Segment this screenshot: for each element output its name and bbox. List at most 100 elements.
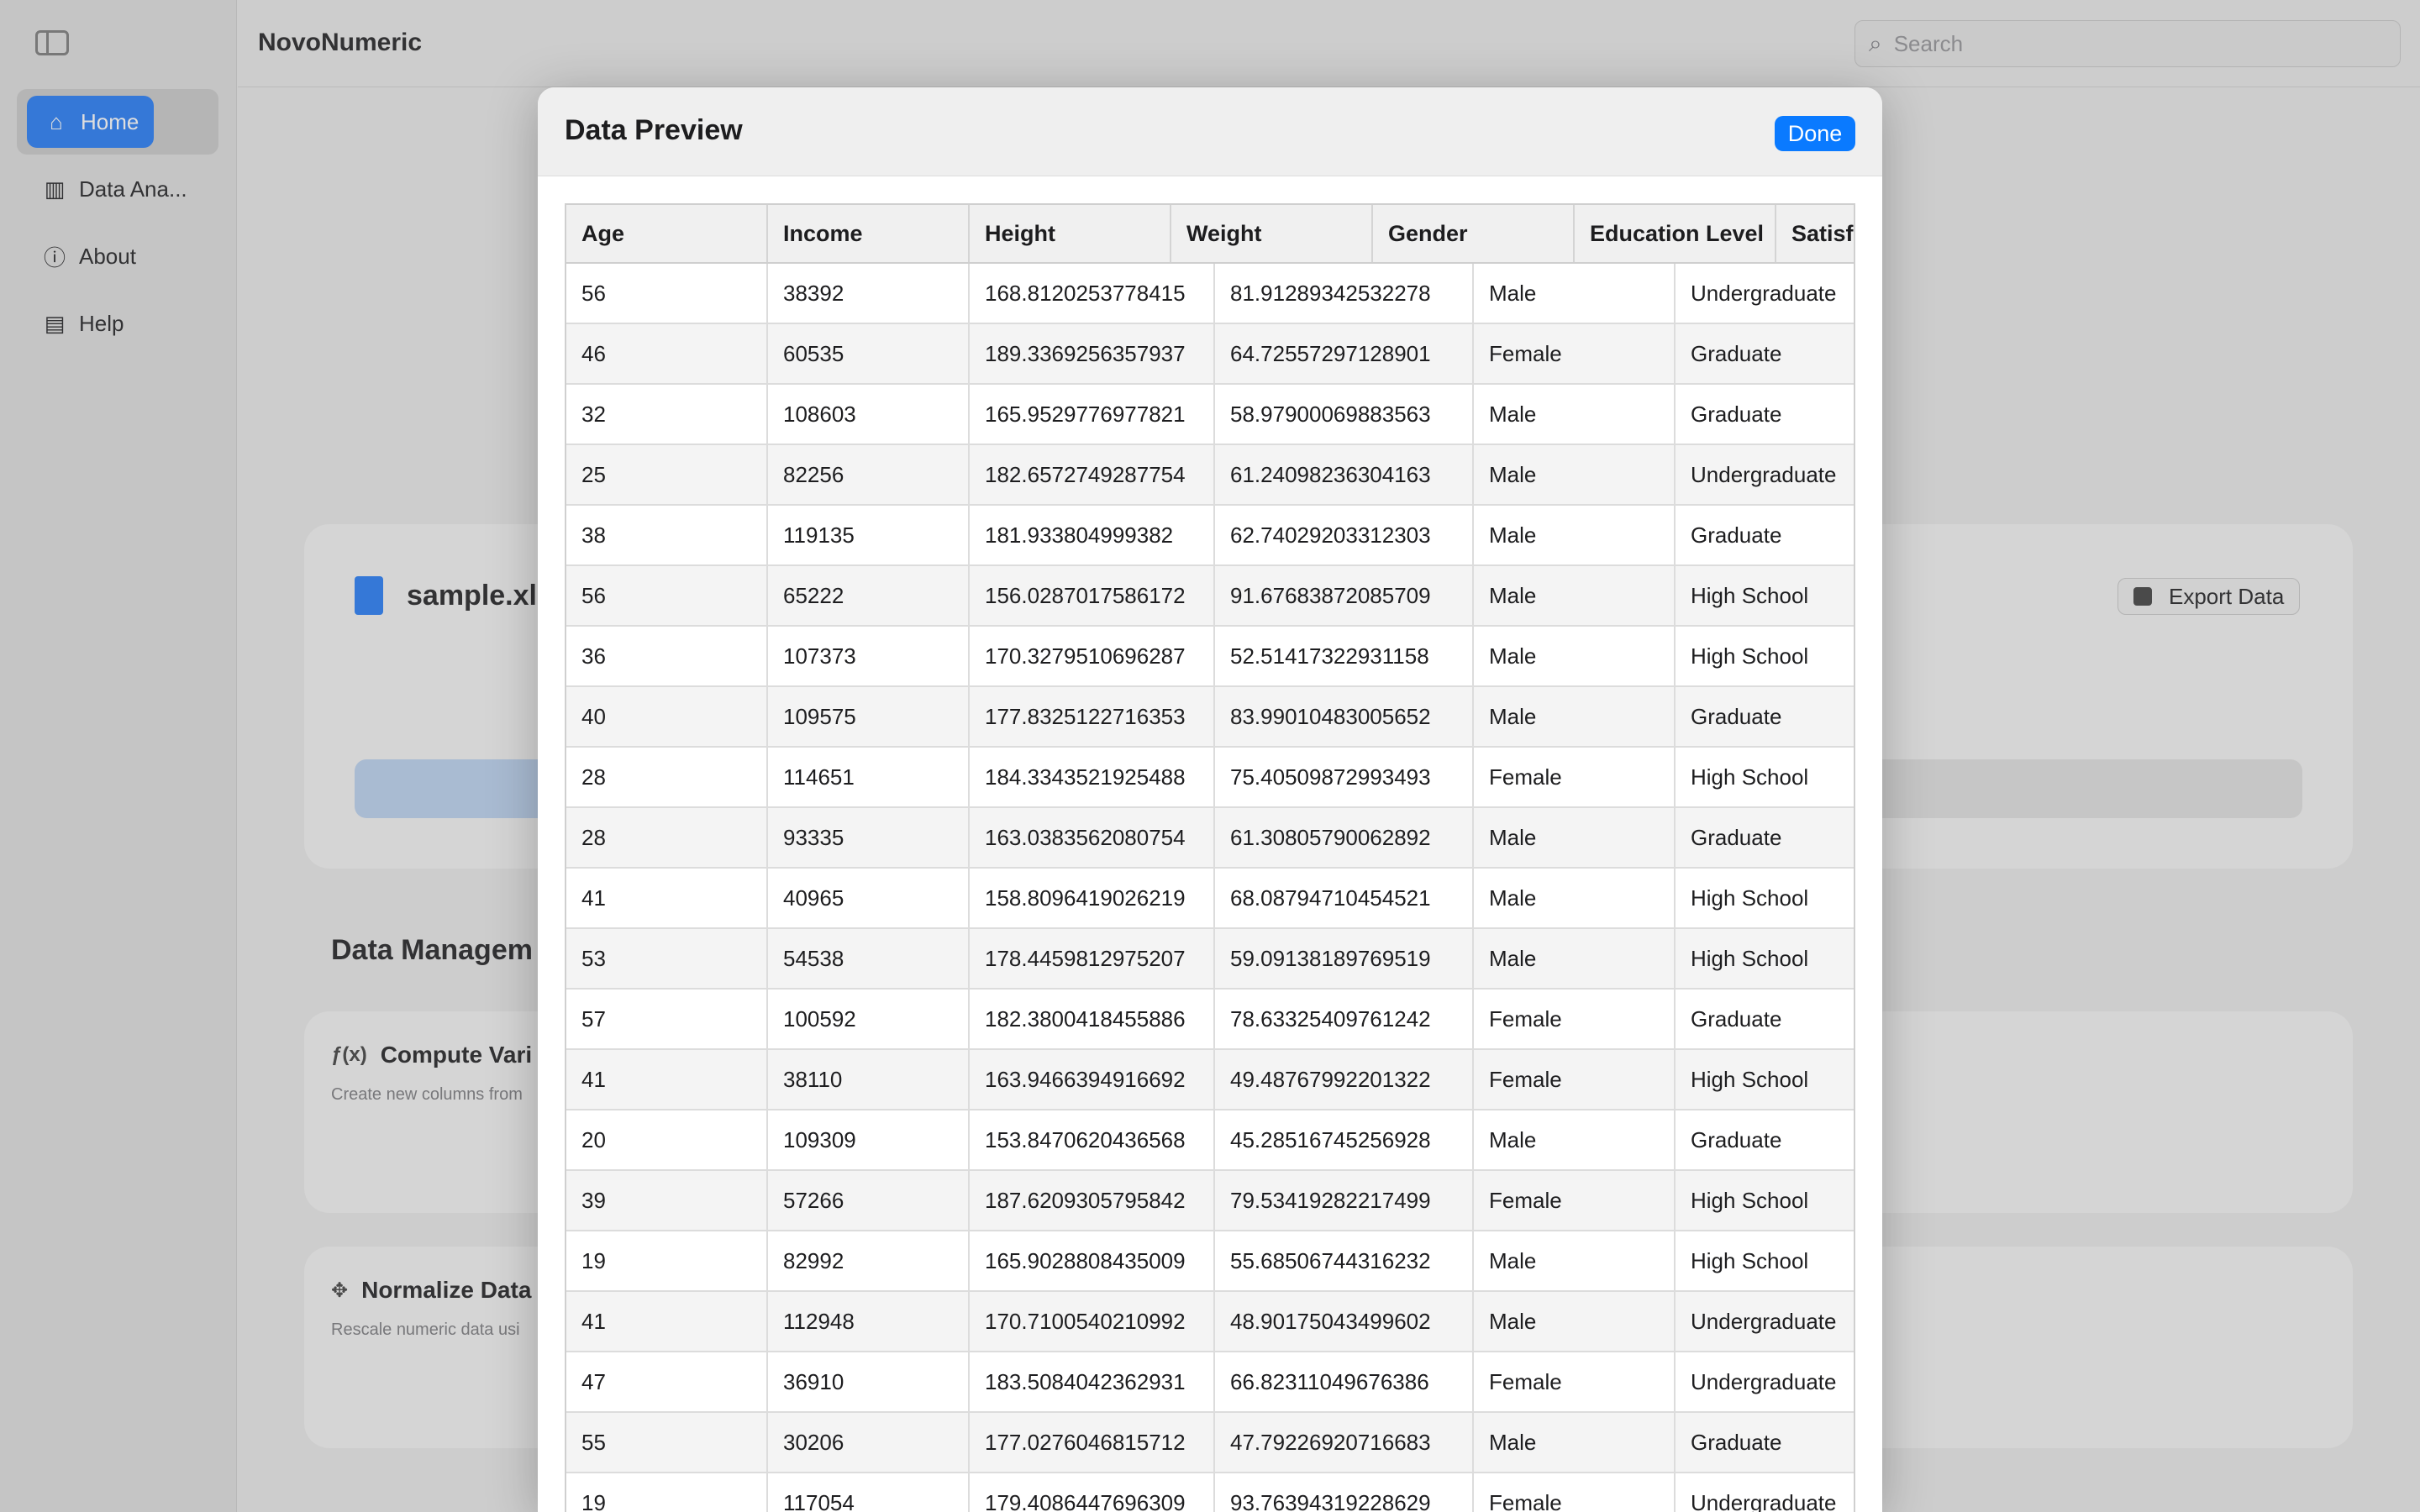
table-cell: Male bbox=[1474, 808, 1676, 867]
table-cell: 82256 bbox=[768, 445, 970, 504]
table-cell: 19 bbox=[566, 1231, 768, 1290]
table-row[interactable]: 55 30206 177.0276046815712 47.7922692071668… bbox=[566, 1413, 1854, 1473]
table-cell: 100592 bbox=[768, 990, 970, 1048]
done-button[interactable]: Done bbox=[1775, 116, 1855, 151]
data-table[interactable]: Age Income Height Weight Gender Education Lev… bbox=[565, 203, 1855, 1512]
table-row[interactable]: 39 57266 187.6209305795842 79.5341928221749… bbox=[566, 1171, 1854, 1231]
column-header[interactable]: Satisf bbox=[1776, 205, 1854, 262]
table-cell: High School bbox=[1691, 1187, 1809, 1213]
table-cell: Undergraduate bbox=[1691, 1489, 1837, 1512]
table-row[interactable]: 57 100592 182.3800418455886 78.633254097612… bbox=[566, 990, 1854, 1050]
table-cell: Female bbox=[1474, 1050, 1676, 1109]
table-cell: 170.3279510696287 bbox=[970, 627, 1215, 685]
table-cell: High School bbox=[1691, 1247, 1809, 1273]
table-cell: 182.3800418455886 bbox=[970, 990, 1215, 1048]
table-cell: 153.8470620436568 bbox=[970, 1110, 1215, 1169]
table-row[interactable]: 36 107373 170.3279510696287 52.514173229311… bbox=[566, 627, 1854, 687]
column-header[interactable]: Income bbox=[768, 205, 970, 262]
table-cell: 40965 bbox=[768, 869, 970, 927]
table-cell: 36 bbox=[566, 627, 768, 685]
table-cell: Graduate bbox=[1691, 824, 1782, 850]
column-header[interactable]: Education Level bbox=[1575, 205, 1776, 262]
table-cell: 40 bbox=[566, 687, 768, 746]
column-header[interactable]: Height bbox=[970, 205, 1171, 262]
table-cell: 64.72557297128901 bbox=[1215, 324, 1474, 383]
table-cell: 179.4086447696309 bbox=[970, 1473, 1215, 1512]
table-cell: 30206 bbox=[768, 1413, 970, 1472]
table-cell: 55.68506744316232 bbox=[1215, 1231, 1474, 1290]
table-row[interactable]: 40 109575 177.8325122716353 83.990104830056… bbox=[566, 687, 1854, 748]
table-cell: 59.09138189769519 bbox=[1215, 929, 1474, 988]
table-cell: 61.24098236304163 bbox=[1215, 445, 1474, 504]
table-header: Age Income Height Weight Gender Education Lev… bbox=[566, 205, 1854, 264]
column-header[interactable]: Gender bbox=[1373, 205, 1575, 262]
table-cell: Male bbox=[1474, 929, 1676, 988]
table-cell: 38110 bbox=[768, 1050, 970, 1109]
table-cell: Graduate bbox=[1691, 1005, 1782, 1032]
table-cell: 178.4459812975207 bbox=[970, 929, 1215, 988]
table-cell: Male bbox=[1474, 1231, 1676, 1290]
column-header[interactable]: Age bbox=[566, 205, 768, 262]
table-row[interactable]: 46 60535 189.3369256357937 64.7255729712890… bbox=[566, 324, 1854, 385]
table-row[interactable]: 19 117054 179.4086447696309 93.763943192286… bbox=[566, 1473, 1854, 1512]
table-cell: 38392 bbox=[768, 264, 970, 323]
table-body: 56 38392 168.8120253778415 81.9128934253227… bbox=[566, 264, 1854, 1512]
table-cell: Undergraduate bbox=[1691, 461, 1837, 487]
table-cell: 165.9028808435009 bbox=[970, 1231, 1215, 1290]
table-cell: 93335 bbox=[768, 808, 970, 867]
table-cell: 184.3343521925488 bbox=[970, 748, 1215, 806]
table-cell: 168.8120253778415 bbox=[970, 264, 1215, 323]
table-row[interactable]: 19 82992 165.9028808435009 55.6850674431623… bbox=[566, 1231, 1854, 1292]
table-cell: 165.9529776977821 bbox=[970, 385, 1215, 444]
table-cell: 163.9466394916692 bbox=[970, 1050, 1215, 1109]
table-row[interactable]: 32 108603 165.9529776977821 58.979000698835… bbox=[566, 385, 1854, 445]
table-cell: Graduate bbox=[1691, 1126, 1782, 1152]
table-row[interactable]: 28 93335 163.0383562080754 61.3080579006289… bbox=[566, 808, 1854, 869]
table-row[interactable]: 25 82256 182.6572749287754 61.2409823630416… bbox=[566, 445, 1854, 506]
table-cell: 62.74029203312303 bbox=[1215, 506, 1474, 564]
table-cell: 28 bbox=[566, 808, 768, 867]
table-cell: Male bbox=[1474, 1413, 1676, 1472]
table-cell: High School bbox=[1691, 643, 1809, 669]
table-cell: High School bbox=[1691, 1066, 1809, 1092]
data-preview-modal: Data Preview Done Age Income Height Weight G… bbox=[538, 87, 1882, 1512]
table-cell: Graduate bbox=[1691, 401, 1782, 427]
table-row[interactable]: 56 65222 156.0287017586172 91.6768387208570… bbox=[566, 566, 1854, 627]
table-row[interactable]: 41 40965 158.8096419026219 68.0879471045452… bbox=[566, 869, 1854, 929]
table-cell: Female bbox=[1474, 324, 1676, 383]
table-cell: 187.6209305795842 bbox=[970, 1171, 1215, 1230]
column-header[interactable]: Weight bbox=[1171, 205, 1373, 262]
table-cell: 58.97900069883563 bbox=[1215, 385, 1474, 444]
table-cell: 68.08794710454521 bbox=[1215, 869, 1474, 927]
table-row[interactable]: 20 109309 153.8470620436568 45.285167452569… bbox=[566, 1110, 1854, 1171]
table-cell: 38 bbox=[566, 506, 768, 564]
table-cell: Undergraduate bbox=[1691, 280, 1837, 306]
table-cell: 91.67683872085709 bbox=[1215, 566, 1474, 625]
table-cell: Male bbox=[1474, 264, 1676, 323]
table-row[interactable]: 41 112948 170.7100540210992 48.901750434996… bbox=[566, 1292, 1854, 1352]
table-cell: High School bbox=[1691, 945, 1809, 971]
table-cell: 19 bbox=[566, 1473, 768, 1512]
table-cell: 52.51417322931158 bbox=[1215, 627, 1474, 685]
table-cell: 54538 bbox=[768, 929, 970, 988]
table-cell: 48.90175043499602 bbox=[1215, 1292, 1474, 1351]
table-cell: 82992 bbox=[768, 1231, 970, 1290]
table-row[interactable]: 56 38392 168.8120253778415 81.9128934253227… bbox=[566, 264, 1854, 324]
table-row[interactable]: 28 114651 184.3343521925488 75.405098729934… bbox=[566, 748, 1854, 808]
table-row[interactable]: 41 38110 163.9466394916692 49.4876799220132… bbox=[566, 1050, 1854, 1110]
table-cell: Female bbox=[1474, 1473, 1676, 1512]
table-cell: Male bbox=[1474, 627, 1676, 685]
table-row[interactable]: 53 54538 178.4459812975207 59.0913818976951… bbox=[566, 929, 1854, 990]
table-cell: 93.76394319228629 bbox=[1215, 1473, 1474, 1512]
table-cell: Male bbox=[1474, 1110, 1676, 1169]
table-cell: 41 bbox=[566, 869, 768, 927]
table-cell: 182.6572749287754 bbox=[970, 445, 1215, 504]
modal-header: Data Preview Done bbox=[538, 87, 1882, 176]
table-cell: 20 bbox=[566, 1110, 768, 1169]
table-row[interactable]: 47 36910 183.5084042362931 66.8231104967638… bbox=[566, 1352, 1854, 1413]
table-row[interactable]: 38 119135 181.933804999382 62.7402920331230… bbox=[566, 506, 1854, 566]
table-cell: 57266 bbox=[768, 1171, 970, 1230]
table-cell: 56 bbox=[566, 566, 768, 625]
table-cell: 181.933804999382 bbox=[970, 506, 1215, 564]
table-cell: 83.99010483005652 bbox=[1215, 687, 1474, 746]
